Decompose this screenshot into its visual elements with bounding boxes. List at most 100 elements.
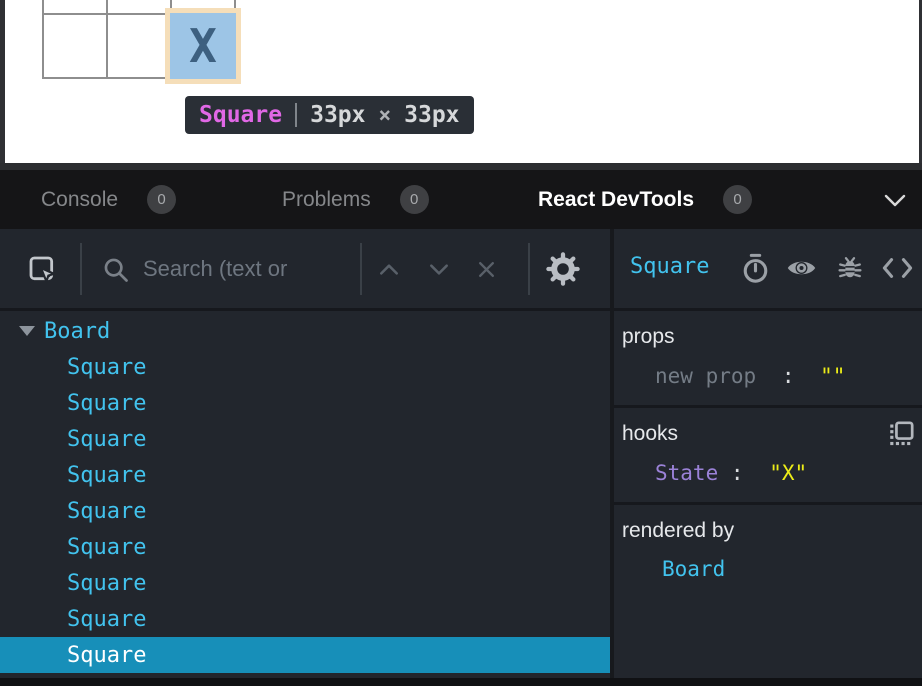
board-cell-highlighted[interactable]: X: [172, 15, 236, 79]
rendered-by-owner[interactable]: Board: [614, 557, 922, 581]
hooks-section: hooks State : "X": [614, 408, 922, 505]
tree-row-square[interactable]: Square: [0, 493, 610, 529]
component-name: Board: [44, 319, 110, 344]
toolbar-divider: [80, 243, 82, 295]
settings-button[interactable]: [546, 252, 580, 291]
new-prop-row[interactable]: new prop : "": [614, 364, 922, 388]
rendered-by-title: rendered by: [614, 519, 922, 543]
tooltip-width: 33px: [310, 102, 365, 128]
tooltip-height: 33px: [404, 102, 459, 128]
tree-row-square[interactable]: Square: [0, 565, 610, 601]
tree-row-square[interactable]: Square: [0, 457, 610, 493]
state-hook-row[interactable]: State : "X": [614, 461, 922, 485]
suspend-toggle-button[interactable]: [741, 253, 770, 289]
screen: X Square 33px × 33px Console0Problems0Re…: [0, 0, 922, 686]
board-row: X: [44, 15, 236, 79]
tree-row-board[interactable]: Board: [0, 313, 610, 349]
inspector-pane: Square: [614, 229, 922, 678]
new-prop-value-input[interactable]: "": [820, 364, 845, 388]
next-match-button[interactable]: [428, 262, 450, 281]
component-name: Square: [67, 355, 146, 380]
component-name: Square: [67, 463, 146, 488]
key-value-colon: :: [731, 461, 744, 485]
hook-name: State: [655, 461, 718, 485]
component-name: Square: [67, 643, 146, 668]
log-component-button[interactable]: [836, 253, 864, 288]
tab-count-badge: 0: [400, 185, 429, 214]
stopwatch-icon: [741, 253, 770, 284]
components-tree: Board Square Square Square Square Square Squar…: [0, 311, 610, 678]
inspect-dom-button[interactable]: [786, 257, 817, 284]
key-value-colon: :: [782, 364, 795, 388]
bug-icon: [836, 253, 864, 283]
collapse-panel-button[interactable]: [884, 194, 906, 212]
inspect-highlight-padding: X: [165, 8, 241, 84]
chevron-down-icon: [884, 194, 906, 207]
component-name: Square: [67, 607, 146, 632]
devtools-tab-bar: Console 0 Problems 0 React DevTools 0: [0, 170, 922, 229]
component-name: Square: [67, 499, 146, 524]
copy-square-icon: [888, 420, 915, 447]
inspect-tooltip: Square 33px × 33px: [185, 96, 474, 134]
tab-problems[interactable]: Problems 0: [282, 170, 429, 229]
toolbar-divider: [360, 243, 362, 295]
search-input[interactable]: [143, 251, 355, 287]
tree-row-square[interactable]: Square: [0, 637, 610, 673]
component-name: Square: [67, 391, 146, 416]
tab-console[interactable]: Console 0: [41, 170, 176, 229]
tree-row-square[interactable]: Square: [0, 601, 610, 637]
view-source-button[interactable]: [882, 257, 913, 284]
tab-count-badge: 0: [147, 185, 176, 214]
page-viewport: X Square 33px × 33px: [0, 0, 922, 163]
board-cell[interactable]: [44, 15, 108, 79]
component-name: Square: [67, 571, 146, 596]
component-name: Square: [67, 535, 146, 560]
tooltip-times: ×: [378, 103, 391, 127]
inspected-component-name: Square: [630, 254, 709, 279]
tooltip-component-name: Square: [199, 102, 282, 128]
props-section-title: props: [614, 325, 922, 349]
close-icon: [476, 259, 497, 280]
parse-hook-names-button[interactable]: [888, 420, 915, 452]
tree-row-square[interactable]: Square: [0, 421, 610, 457]
components-toolbar: [0, 229, 610, 311]
board-cell[interactable]: [108, 0, 172, 15]
window-left-edge: [0, 0, 5, 163]
inspect-element-button[interactable]: [27, 254, 59, 291]
tic-tac-toe-board: X: [42, 0, 236, 79]
inspect-element-icon: [27, 254, 59, 286]
search-icon: [102, 256, 130, 289]
tab-react-devtools[interactable]: React DevTools 0: [538, 170, 752, 229]
board-cell[interactable]: [44, 0, 108, 15]
component-name: Square: [67, 427, 146, 452]
code-brackets-icon: [882, 257, 913, 279]
tree-row-square[interactable]: Square: [0, 349, 610, 385]
tree-row-square[interactable]: Square: [0, 529, 610, 565]
square-value: X: [189, 19, 217, 73]
tab-label: Problems: [282, 188, 371, 212]
props-section: props new prop : "": [614, 311, 922, 408]
hooks-section-title: hooks: [614, 422, 922, 446]
new-prop-key-input[interactable]: new prop: [655, 364, 756, 388]
panel-top-strip: [0, 163, 922, 170]
gear-icon: [546, 252, 580, 286]
chevron-up-icon: [378, 262, 400, 276]
bottom-bar: [0, 678, 922, 686]
react-devtools-panel: Board Square Square Square Square Square Squar…: [0, 229, 922, 678]
tooltip-divider: [295, 103, 297, 127]
rendered-by-section: rendered by Board: [614, 505, 922, 598]
components-tree-pane: Board Square Square Square Square Square Squar…: [0, 229, 610, 678]
tab-label: React DevTools: [538, 188, 694, 212]
hook-value[interactable]: "X": [769, 461, 807, 485]
toolbar-divider: [528, 243, 530, 295]
previous-match-button[interactable]: [378, 262, 400, 281]
caret-down-icon[interactable]: [19, 326, 35, 336]
inspector-header: Square: [614, 229, 922, 311]
clear-search-button[interactable]: [476, 259, 497, 285]
tab-count-badge: 0: [723, 185, 752, 214]
tab-label: Console: [41, 188, 118, 212]
tree-row-square[interactable]: Square: [0, 385, 610, 421]
chevron-down-icon: [428, 262, 450, 276]
eye-icon: [786, 257, 817, 279]
board-cell[interactable]: [108, 15, 172, 79]
